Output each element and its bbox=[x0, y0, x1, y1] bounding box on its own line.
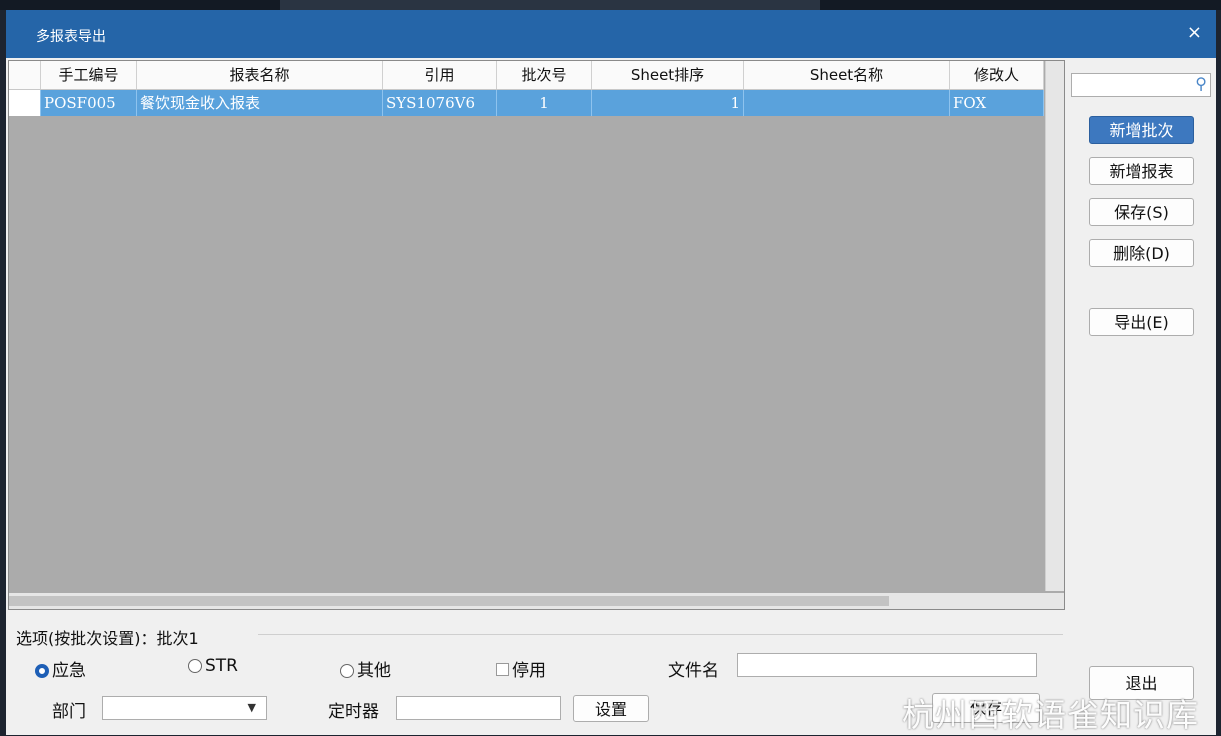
report-grid[interactable]: 手工编号 报表名称 引用 批次号 Sheet排序 Sheet名称 修改人 POS… bbox=[8, 60, 1065, 610]
cell-manual-no[interactable]: POSF005 bbox=[41, 90, 137, 116]
radio-str[interactable]: STR bbox=[188, 656, 238, 676]
radio-selected-icon bbox=[35, 664, 49, 678]
column-header[interactable]: 报表名称 bbox=[137, 61, 383, 89]
delete-button[interactable]: 删除(D) bbox=[1089, 239, 1194, 267]
checkbox-icon bbox=[496, 663, 509, 676]
radio-icon bbox=[340, 664, 354, 678]
title-bar: 多报表导出 × bbox=[6, 10, 1216, 58]
cell-sheet-name[interactable] bbox=[744, 90, 950, 116]
background-taskbar bbox=[0, 0, 1221, 10]
dialog-title: 多报表导出 bbox=[36, 29, 106, 45]
options-legend: 选项(按批次设置)：批次1 bbox=[16, 625, 203, 649]
horizontal-scrollbar[interactable] bbox=[9, 593, 1064, 609]
export-button[interactable]: 导出(E) bbox=[1089, 308, 1194, 336]
radio-other-label: 其他 bbox=[357, 661, 391, 681]
cell-ref[interactable]: SYS1076V6 bbox=[383, 90, 497, 116]
radio-urgent[interactable]: 应急 bbox=[35, 656, 86, 681]
column-header[interactable]: 引用 bbox=[383, 61, 497, 89]
timer-field[interactable] bbox=[396, 696, 561, 720]
row-selector[interactable] bbox=[9, 90, 41, 116]
background-tab bbox=[280, 0, 820, 10]
radio-str-label: STR bbox=[205, 656, 238, 676]
close-icon[interactable]: × bbox=[1187, 22, 1202, 43]
save-button[interactable]: 保存(S) bbox=[1089, 198, 1194, 226]
dept-label: 部门 bbox=[52, 702, 86, 722]
filename-label: 文件名 bbox=[668, 661, 719, 681]
group-divider bbox=[258, 634, 1063, 635]
table-row[interactable]: POSF005 餐饮现金收入报表 SYS1076V6 1 1 FOX bbox=[9, 90, 1044, 116]
radio-other[interactable]: 其他 bbox=[340, 656, 391, 681]
settings-button[interactable]: 设置 bbox=[573, 695, 649, 722]
checkbox-disabled-label: 停用 bbox=[512, 661, 546, 681]
cell-sheet-order[interactable]: 1 bbox=[592, 90, 744, 116]
watermark-text: 杭州西软语雀知识库 bbox=[902, 696, 1200, 734]
grid-header: 手工编号 报表名称 引用 批次号 Sheet排序 Sheet名称 修改人 bbox=[9, 61, 1044, 90]
scrollbar-thumb[interactable] bbox=[9, 596, 889, 606]
column-header[interactable]: 手工编号 bbox=[41, 61, 137, 89]
chevron-down-icon[interactable]: ▼ bbox=[248, 701, 256, 714]
radio-urgent-label: 应急 bbox=[52, 661, 86, 681]
checkbox-disabled[interactable]: 停用 bbox=[496, 656, 546, 681]
radio-icon bbox=[188, 659, 202, 673]
add-report-button[interactable]: 新增报表 bbox=[1089, 157, 1194, 185]
search-icon[interactable]: ⚲ bbox=[1195, 74, 1207, 93]
vertical-scrollbar[interactable] bbox=[1045, 61, 1064, 591]
multi-report-export-dialog: 多报表导出 × 手工编号 报表名称 引用 批次号 Sheet排序 Sheet名称… bbox=[6, 10, 1216, 735]
add-batch-button[interactable]: 新增批次 bbox=[1089, 116, 1194, 144]
timer-label: 定时器 bbox=[328, 702, 379, 722]
column-header[interactable]: Sheet排序 bbox=[592, 61, 744, 89]
cell-modifier[interactable]: FOX bbox=[950, 90, 1044, 116]
column-header[interactable]: 批次号 bbox=[497, 61, 592, 89]
column-header[interactable]: Sheet名称 bbox=[744, 61, 950, 89]
cell-report-name[interactable]: 餐饮现金收入报表 bbox=[137, 90, 383, 116]
dept-select[interactable]: ▼ bbox=[102, 696, 267, 720]
filename-field[interactable] bbox=[737, 653, 1037, 677]
cell-batch[interactable]: 1 bbox=[497, 90, 592, 116]
row-header-corner bbox=[9, 61, 41, 89]
column-header[interactable]: 修改人 bbox=[950, 61, 1044, 89]
search-input[interactable]: ⚲ bbox=[1071, 73, 1211, 97]
